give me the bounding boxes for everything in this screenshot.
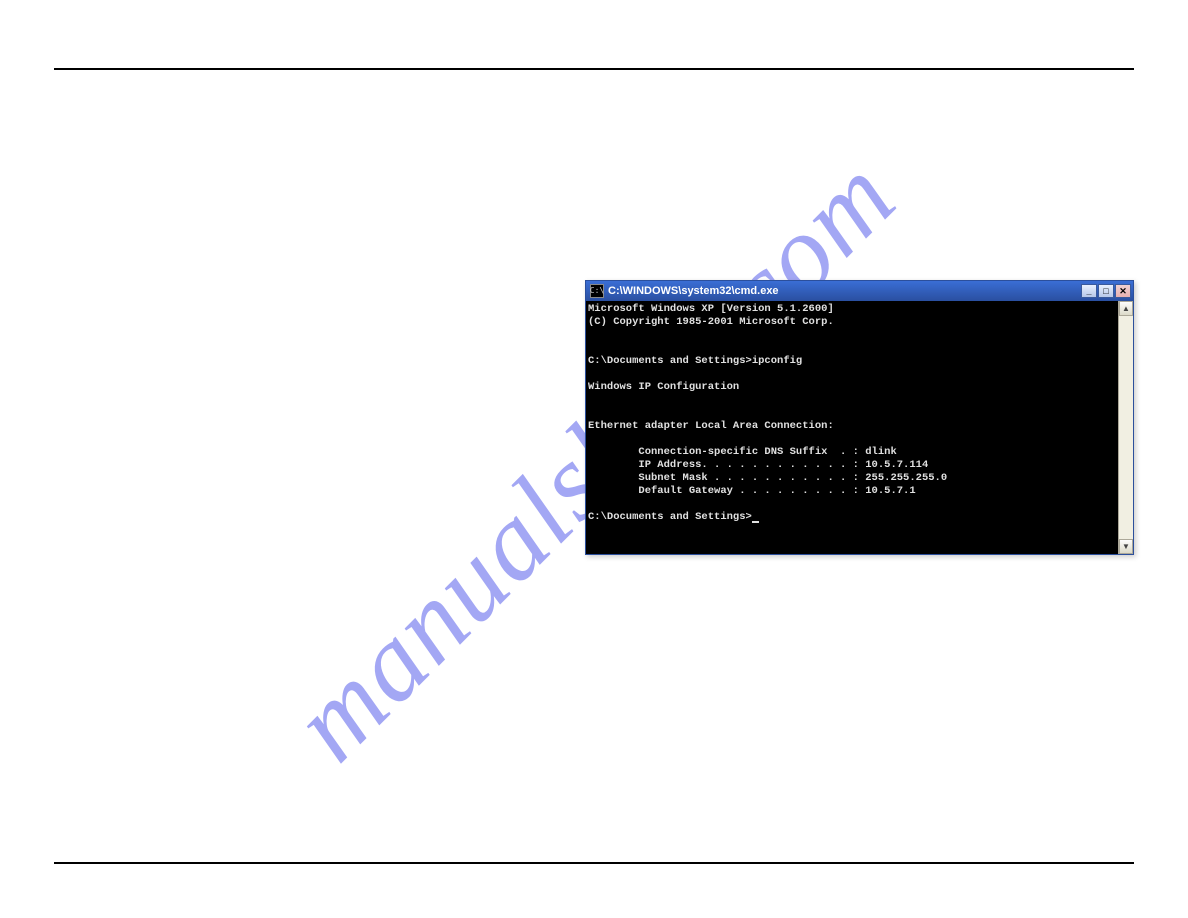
line-dns: Connection-specific DNS Suffix . : dlink (588, 446, 897, 458)
maximize-button[interactable]: □ (1098, 284, 1114, 298)
top-divider (54, 68, 1134, 70)
line-ip: IP Address. . . . . . . . . . . . : 10.5… (588, 459, 928, 471)
window-titlebar[interactable]: C:\ C:\WINDOWS\system32\cmd.exe _ □ ✕ (586, 281, 1133, 301)
window-controls: _ □ ✕ (1081, 284, 1131, 298)
line-prompt-cmd: C:\Documents and Settings>ipconfig (588, 355, 802, 367)
line-subnet: Subnet Mask . . . . . . . . . . . : 255.… (588, 472, 947, 484)
cursor (752, 521, 759, 523)
scroll-track[interactable] (1119, 316, 1133, 539)
window-title: C:\WINDOWS\system32\cmd.exe (608, 285, 1081, 297)
scroll-down-button[interactable]: ▼ (1119, 539, 1133, 554)
terminal-output: Microsoft Windows XP [Version 5.1.2600] … (588, 303, 1121, 524)
line-header-2: (C) Copyright 1985-2001 Microsoft Corp. (588, 316, 834, 328)
line-header-1: Microsoft Windows XP [Version 5.1.2600] (588, 303, 834, 315)
line-prompt-ready: C:\Documents and Settings> (588, 511, 752, 523)
line-ipconfig-title: Windows IP Configuration (588, 381, 739, 393)
scroll-up-button[interactable]: ▲ (1119, 301, 1133, 316)
bottom-divider (54, 862, 1134, 864)
minimize-button[interactable]: _ (1081, 284, 1097, 298)
cmd-window: C:\ C:\WINDOWS\system32\cmd.exe _ □ ✕ Mi… (585, 280, 1134, 555)
line-gateway: Default Gateway . . . . . . . . . : 10.5… (588, 485, 916, 497)
close-button[interactable]: ✕ (1115, 284, 1131, 298)
vertical-scrollbar[interactable]: ▲ ▼ (1118, 301, 1133, 554)
document-page: manualshive.com C:\ C:\WINDOWS\system32\… (0, 0, 1188, 918)
line-adapter: Ethernet adapter Local Area Connection: (588, 420, 834, 432)
cmd-icon: C:\ (590, 284, 604, 298)
terminal-body[interactable]: Microsoft Windows XP [Version 5.1.2600] … (586, 301, 1133, 554)
